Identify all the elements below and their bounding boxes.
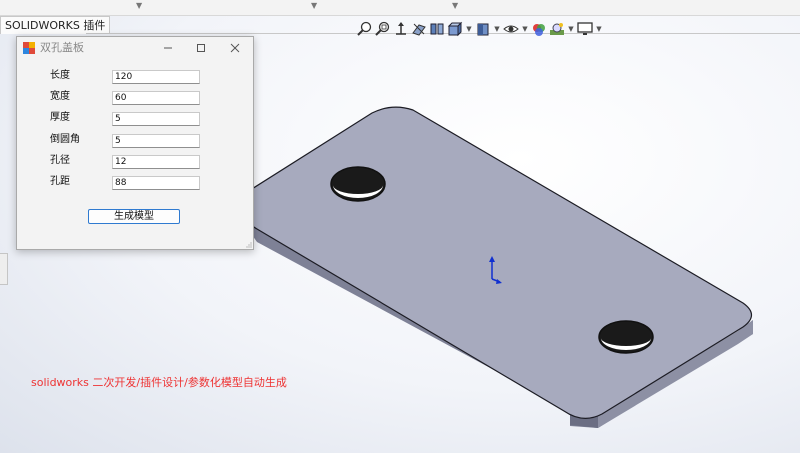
hole-spacing-input[interactable] — [112, 176, 200, 190]
hole-left — [330, 166, 386, 202]
length-input[interactable] — [112, 70, 200, 84]
dynamic-annotation-icon[interactable] — [429, 21, 445, 37]
hole-spacing-label: 孔距 — [50, 176, 70, 187]
maximize-icon[interactable] — [190, 39, 212, 57]
previous-view-icon[interactable] — [393, 21, 409, 37]
heads-up-view-toolbar: ▼ ▼ ▼ ▼ ▼ — [357, 19, 603, 39]
fillet-label: 倒圆角 — [50, 134, 80, 145]
hide-show-items-icon[interactable] — [503, 21, 519, 37]
resize-grip-icon[interactable] — [246, 242, 252, 248]
zoom-area-icon[interactable] — [375, 21, 391, 37]
thickness-input[interactable] — [112, 112, 200, 126]
chevron-down-icon[interactable]: ▼ — [465, 25, 473, 33]
chevron-down-icon[interactable]: ▼ — [595, 25, 603, 33]
fillet-input[interactable] — [112, 134, 200, 148]
width-input[interactable] — [112, 91, 200, 105]
generate-model-button[interactable]: 生成模型 — [88, 209, 180, 224]
edit-appearance-icon[interactable] — [531, 21, 547, 37]
chevron-down-icon[interactable]: ▼ — [493, 25, 501, 33]
close-icon[interactable] — [224, 39, 246, 57]
view-orientation-icon[interactable] — [447, 21, 463, 37]
chevron-down-icon[interactable]: ▼ — [521, 25, 529, 33]
apply-scene-icon[interactable] — [549, 21, 565, 37]
zoom-to-fit-icon[interactable] — [357, 21, 373, 37]
dialog-title: 双孔盖板 — [40, 41, 84, 54]
plate-parameters-dialog: 双孔盖板 长度 宽度 厚度 倒圆角 孔径 孔距 生成模型 — [16, 36, 254, 250]
hole-right — [598, 320, 654, 354]
task-pane-handle[interactable] — [0, 253, 8, 285]
length-label: 长度 — [50, 70, 70, 81]
display-style-icon[interactable] — [475, 21, 491, 37]
dialog-title-bar[interactable]: 双孔盖板 — [17, 37, 253, 59]
chevron-down-icon[interactable]: ▼ — [567, 25, 575, 33]
caption-text: solidworks 二次开发/插件设计/参数化模型自动生成 — [31, 376, 287, 389]
width-label: 宽度 — [50, 91, 70, 102]
section-view-icon[interactable] — [411, 21, 427, 37]
app-icon — [23, 42, 35, 54]
view-settings-icon[interactable] — [577, 21, 593, 37]
hole-diameter-label: 孔径 — [50, 155, 70, 166]
thickness-label: 厚度 — [50, 112, 70, 123]
hole-diameter-input[interactable] — [112, 155, 200, 169]
minimize-icon[interactable] — [157, 39, 179, 57]
